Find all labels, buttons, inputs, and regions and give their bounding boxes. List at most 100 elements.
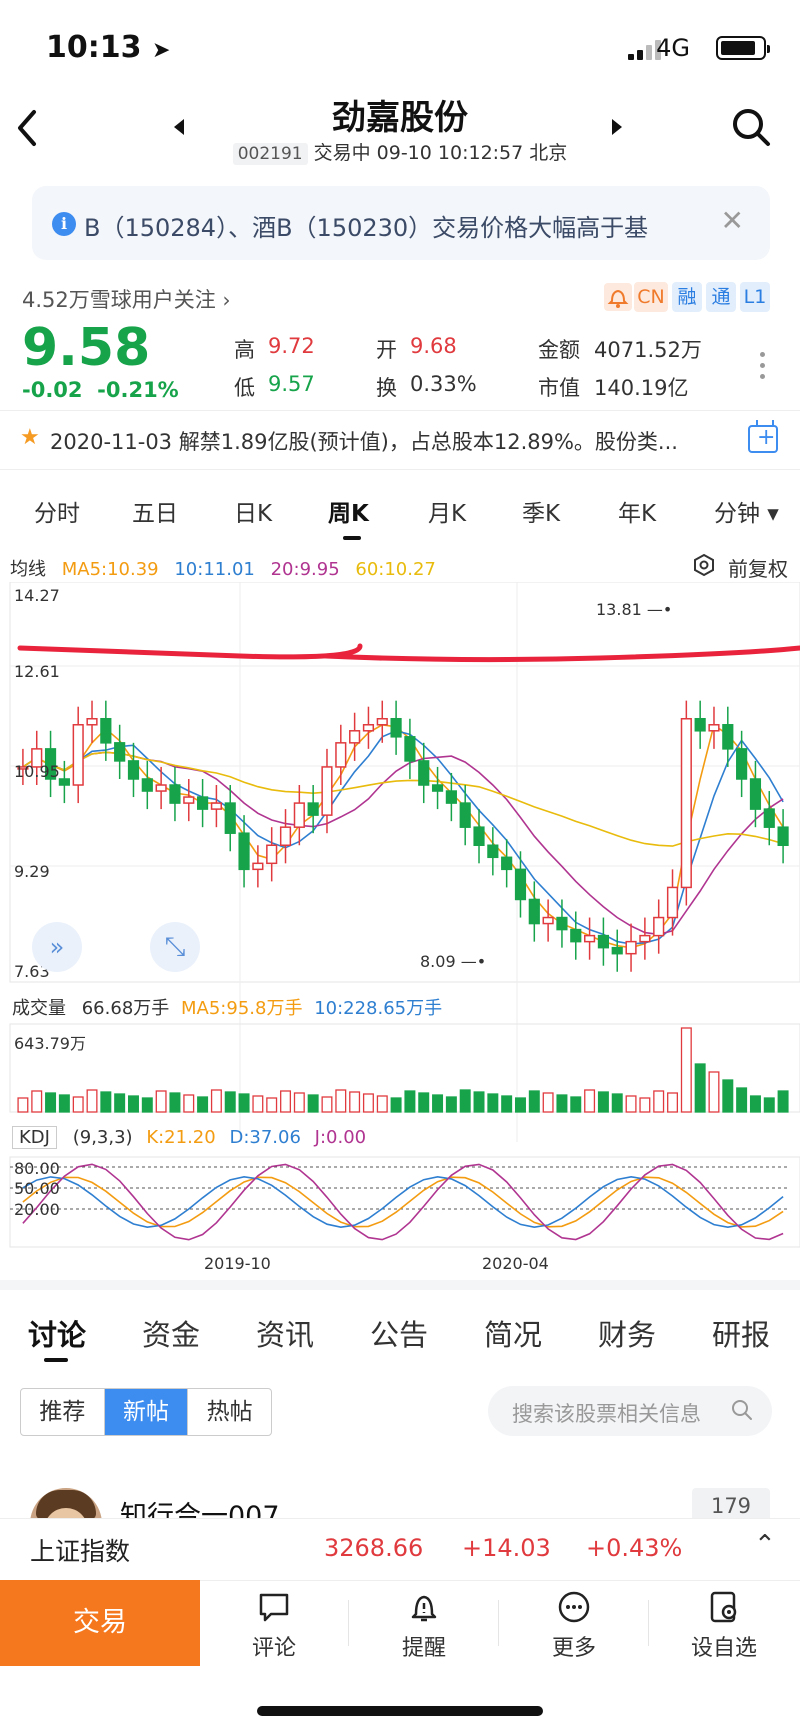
toolbar-separator <box>498 1600 499 1646</box>
chevron-up-icon[interactable]: ⌃ <box>754 1530 776 1560</box>
volume-bar <box>114 1093 126 1113</box>
candle-body <box>639 934 651 943</box>
more-icon <box>558 1591 590 1623</box>
volume-bar <box>528 1090 540 1113</box>
candle-body <box>279 826 292 847</box>
adjust-icon[interactable] <box>692 553 716 577</box>
trade-button[interactable]: 交易 <box>0 1580 200 1666</box>
volume-bar <box>680 1027 692 1113</box>
tag-margin[interactable]: 融 <box>672 282 702 312</box>
tab-minute[interactable]: 分钟 ▾ <box>714 494 779 528</box>
volume-bar <box>514 1097 526 1113</box>
search-icon[interactable] <box>730 106 772 148</box>
candle-body <box>127 760 140 780</box>
alert-button[interactable]: 提醒 <box>364 1590 484 1662</box>
followers-link[interactable]: 4.52万雪球用户关注 › <box>22 284 230 314</box>
volume-bar <box>127 1095 139 1113</box>
volume-bar <box>694 1063 706 1113</box>
candle-body <box>418 760 430 786</box>
kdj-lines <box>22 1163 784 1241</box>
candle-body <box>224 802 236 834</box>
amount-label: 金额 <box>538 338 580 362</box>
bell-icon[interactable] <box>604 283 632 311</box>
ma10-legend: 10:11.01 <box>174 559 255 580</box>
candle-body <box>349 730 361 744</box>
candle-body <box>155 784 167 792</box>
filter-hot[interactable]: 热帖 <box>188 1389 271 1435</box>
close-icon[interactable]: ✕ <box>721 204 744 237</box>
calendar-add-icon[interactable] <box>748 420 778 453</box>
tab-financials[interactable]: 财务 <box>598 1312 656 1354</box>
candle-body <box>321 766 333 816</box>
tag-connect[interactable]: 通 <box>706 282 736 312</box>
candle-body <box>86 717 98 726</box>
adjust-label[interactable]: 前复权 <box>728 553 788 582</box>
tab-funds[interactable]: 资金 <box>142 1312 200 1354</box>
volume-bar <box>210 1089 222 1113</box>
kline-chart[interactable] <box>0 582 800 1282</box>
tab-yearly[interactable]: 年K <box>618 494 656 528</box>
volume-bar <box>501 1095 513 1113</box>
candle-body <box>680 717 692 889</box>
tab-quarterly[interactable]: 季K <box>522 494 560 528</box>
tab-monthly[interactable]: 月K <box>428 494 466 528</box>
tab-discussion[interactable]: 讨论 <box>28 1312 86 1354</box>
toolbar-separator <box>648 1600 649 1646</box>
tab-daily[interactable]: 日K <box>234 494 272 528</box>
candles <box>17 700 789 972</box>
filter-new[interactable]: 新帖 <box>104 1389 189 1435</box>
volume-bar <box>570 1096 582 1113</box>
candle-body <box>58 778 70 786</box>
stock-code: 002191 <box>232 143 308 165</box>
high-value: 9.72 <box>268 334 315 358</box>
next-stock-icon[interactable] <box>610 118 624 136</box>
tab-news[interactable]: 资讯 <box>256 1312 314 1354</box>
volume-bar <box>639 1097 651 1113</box>
price-change: -0.02 -0.21% <box>22 378 179 402</box>
search-icon <box>732 1400 752 1420</box>
tab-research[interactable]: 研报 <box>712 1312 770 1354</box>
ma20-legend: 20:9.95 <box>270 559 340 580</box>
current-price: 9.58 <box>22 318 151 378</box>
ma5-legend: MA5:10.39 <box>61 559 159 580</box>
tag-cn[interactable]: CN <box>634 282 668 312</box>
fullscreen-icon[interactable]: ⤡ <box>150 922 200 972</box>
volume-bar <box>445 1096 457 1113</box>
volume-bar <box>17 1097 29 1113</box>
volume-bar <box>266 1097 278 1113</box>
more-dots-icon[interactable] <box>758 352 768 385</box>
more-button[interactable]: 更多 <box>514 1590 634 1662</box>
event-row[interactable]: ★ 2020-11-03 解禁1.89亿股(预计值)，占总股本12.89%。股份… <box>0 410 800 470</box>
notice-banner[interactable]: i B（150284）、酒B（150230）交易价格大幅高于基 ✕ <box>32 186 770 260</box>
candle-body <box>114 742 126 762</box>
filter-recommended[interactable]: 推荐 <box>21 1389 105 1435</box>
open-value: 9.68 <box>410 334 457 358</box>
candle-body <box>404 736 416 762</box>
candle-body <box>459 802 471 828</box>
candle-body <box>169 784 181 804</box>
tab-5day[interactable]: 五日 <box>132 494 178 528</box>
search-input[interactable]: 搜索该股票相关信息 <box>488 1386 772 1436</box>
candle-body <box>252 862 264 871</box>
kdj-panel-frame <box>9 1156 800 1248</box>
trading-status: 交易中 09-10 10:12:57 北京 <box>313 142 568 164</box>
volume-bar <box>459 1089 471 1113</box>
volume-bar <box>418 1092 430 1113</box>
candle-body <box>72 724 84 786</box>
expand-chart-button[interactable]: » <box>32 922 82 972</box>
volume-bar <box>473 1091 485 1113</box>
comment-button[interactable]: 评论 <box>214 1590 334 1662</box>
tab-intraday[interactable]: 分时 <box>34 494 80 528</box>
add-watchlist-button[interactable]: 设自选 <box>664 1590 784 1662</box>
active-tab-indicator <box>44 1358 68 1362</box>
tab-announcements[interactable]: 公告 <box>370 1312 428 1354</box>
tab-weekly[interactable]: 周K <box>328 494 369 528</box>
candle-body <box>597 934 609 949</box>
tag-l1[interactable]: L1 <box>740 282 770 312</box>
volume-bar <box>280 1090 292 1113</box>
toolbar-separator <box>348 1600 349 1646</box>
candle-body <box>708 724 720 732</box>
candle-body <box>514 868 527 901</box>
resistance-line <box>323 645 800 663</box>
tab-profile[interactable]: 简况 <box>484 1312 542 1354</box>
